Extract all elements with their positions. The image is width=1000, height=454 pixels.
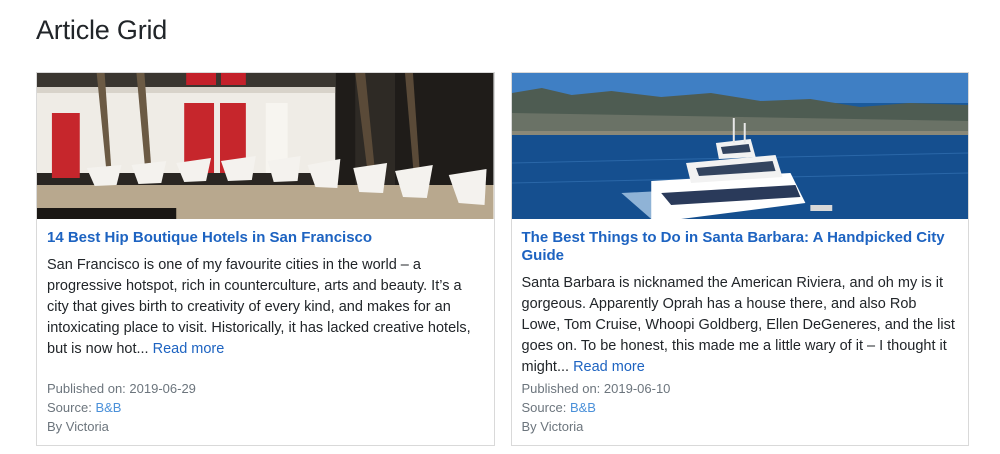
published-value: 2019-06-10 xyxy=(603,381,671,396)
article-meta: Published on: 2019-06-29 Source: B&B By … xyxy=(47,379,484,445)
source-link[interactable]: B&B xyxy=(570,400,596,415)
read-more-link[interactable]: Read more xyxy=(153,341,225,357)
article-title-link[interactable]: The Best Things to Do in Santa Barbara: … xyxy=(522,229,959,265)
read-more-link[interactable]: Read more xyxy=(573,359,645,375)
article-excerpt: San Francisco is one of my favourite cit… xyxy=(47,255,484,360)
article-body: The Best Things to Do in Santa Barbara: … xyxy=(512,219,969,445)
article-image[interactable] xyxy=(511,73,968,219)
article-image[interactable] xyxy=(37,73,494,219)
source-label: Source: xyxy=(47,400,92,415)
source-label: Source: xyxy=(521,400,567,415)
article-excerpt: Santa Barbara is nicknamed the American … xyxy=(522,273,959,378)
article-source: Source: B&B xyxy=(522,398,959,417)
article-meta: Published on: 2019-06-10 Source: B&B By … xyxy=(522,379,959,445)
source-link[interactable]: B&B xyxy=(95,400,121,415)
article-card: The Best Things to Do in Santa Barbara: … xyxy=(510,72,969,446)
article-source: Source: B&B xyxy=(47,398,484,417)
article-body: 14 Best Hip Boutique Hotels in San Franc… xyxy=(37,219,494,445)
article-title-link[interactable]: 14 Best Hip Boutique Hotels in San Franc… xyxy=(47,229,484,247)
article-author: By Victoria xyxy=(47,419,109,434)
coast-boat-photo xyxy=(511,73,968,219)
article-excerpt-text: San Francisco is one of my favourite cit… xyxy=(47,257,471,357)
published-label: Published on: xyxy=(47,381,126,396)
article-grid-page: Article Grid 14 Best Hip Boutique Hotels… xyxy=(0,0,1000,454)
article-author: By Victoria xyxy=(521,419,584,434)
article-card: 14 Best Hip Boutique Hotels in San Franc… xyxy=(36,72,495,446)
published-date: Published on: 2019-06-29 xyxy=(47,379,484,398)
published-label: Published on: xyxy=(521,381,601,396)
published-value: 2019-06-29 xyxy=(129,381,196,396)
article-grid: 14 Best Hip Boutique Hotels in San Franc… xyxy=(36,72,969,446)
published-date: Published on: 2019-06-10 xyxy=(522,379,959,398)
hotel-photo xyxy=(37,73,494,219)
page-title: Article Grid xyxy=(36,15,168,45)
